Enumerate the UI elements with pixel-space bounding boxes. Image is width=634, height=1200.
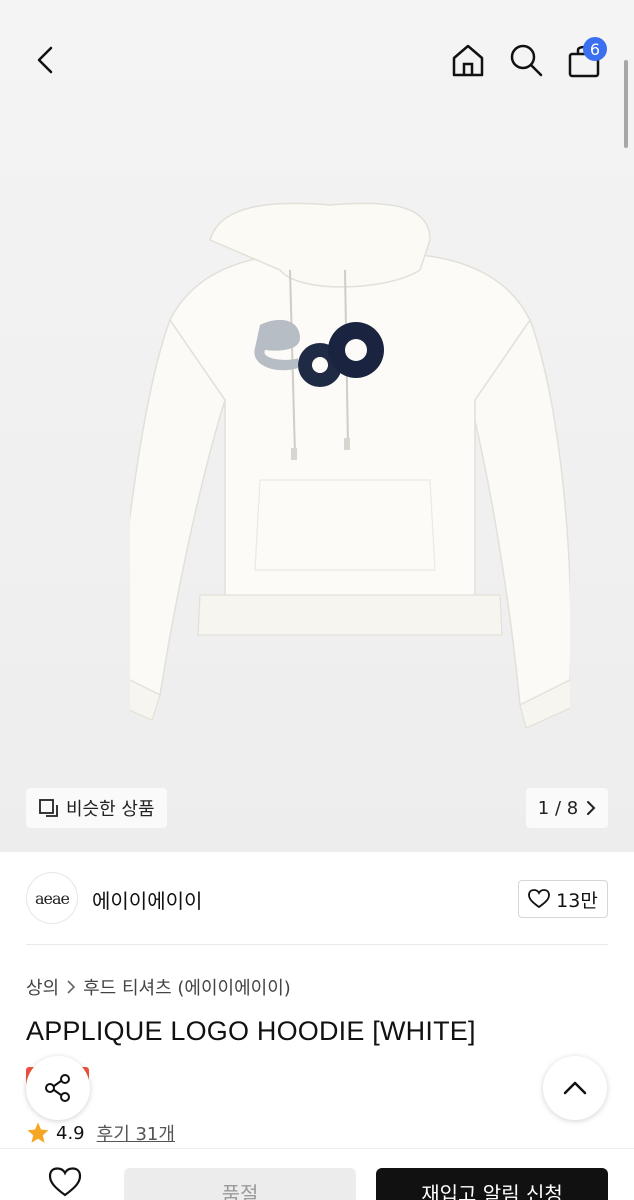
brand-name[interactable]: 에이이에이이 bbox=[92, 885, 202, 914]
rating-row: 4.9 후기 31개 bbox=[26, 1120, 175, 1146]
breadcrumb-category[interactable]: 상의 bbox=[26, 974, 59, 1000]
similar-products-button[interactable]: 비슷한 상품 bbox=[26, 788, 167, 828]
chevron-right-icon bbox=[587, 801, 596, 815]
chevron-left-icon bbox=[37, 46, 53, 74]
product-image[interactable] bbox=[130, 200, 570, 740]
page-indicator-text: 1 / 8 bbox=[537, 797, 579, 819]
bottom-action-bar: 품절 재입고 알림 신청 bbox=[0, 1148, 634, 1200]
share-button[interactable] bbox=[26, 1056, 90, 1120]
star-icon bbox=[27, 1122, 49, 1143]
wishlist-button[interactable] bbox=[40, 1167, 90, 1200]
reviews-link[interactable]: 후기 31개 bbox=[97, 1120, 175, 1146]
brand-like-button[interactable]: 13만 bbox=[518, 880, 608, 918]
chevron-right-icon bbox=[67, 980, 76, 994]
home-icon bbox=[452, 44, 484, 77]
heart-icon bbox=[48, 1167, 82, 1197]
product-image-area[interactable]: 6 비슷한 상품 1 / 8 bbox=[0, 0, 634, 852]
share-icon bbox=[45, 1074, 70, 1102]
rating-value: 4.9 bbox=[56, 1122, 85, 1144]
search-icon bbox=[510, 44, 543, 77]
breadcrumb: 상의 후드 티셔츠 (에이이에이이) bbox=[26, 974, 291, 1000]
cart-count-badge: 6 bbox=[583, 37, 607, 61]
like-count: 13만 bbox=[556, 889, 598, 912]
image-page-indicator[interactable]: 1 / 8 bbox=[526, 788, 608, 828]
home-button[interactable] bbox=[446, 38, 490, 82]
soldout-button: 품절 bbox=[124, 1168, 356, 1200]
scrollbar-thumb[interactable] bbox=[624, 60, 628, 148]
heart-icon bbox=[528, 889, 551, 909]
brand-logo[interactable]: aeae bbox=[26, 872, 78, 924]
scroll-to-top-button[interactable] bbox=[543, 1056, 607, 1120]
restock-alert-button[interactable]: 재입고 알림 신청 bbox=[376, 1168, 608, 1200]
brand-row: aeae 에이이에이이 13만 bbox=[26, 872, 608, 926]
similar-products-label: 비슷한 상품 bbox=[66, 799, 155, 820]
search-button[interactable] bbox=[504, 38, 548, 82]
chevron-up-icon bbox=[563, 1081, 587, 1095]
breadcrumb-subcategory[interactable]: 후드 티셔츠 (에이이에이이) bbox=[83, 974, 291, 1000]
product-title: APPLIQUE LOGO HOODIE [WHITE] bbox=[26, 1016, 476, 1046]
similar-items-icon bbox=[39, 799, 58, 817]
back-button[interactable] bbox=[24, 36, 68, 84]
divider bbox=[26, 944, 608, 945]
